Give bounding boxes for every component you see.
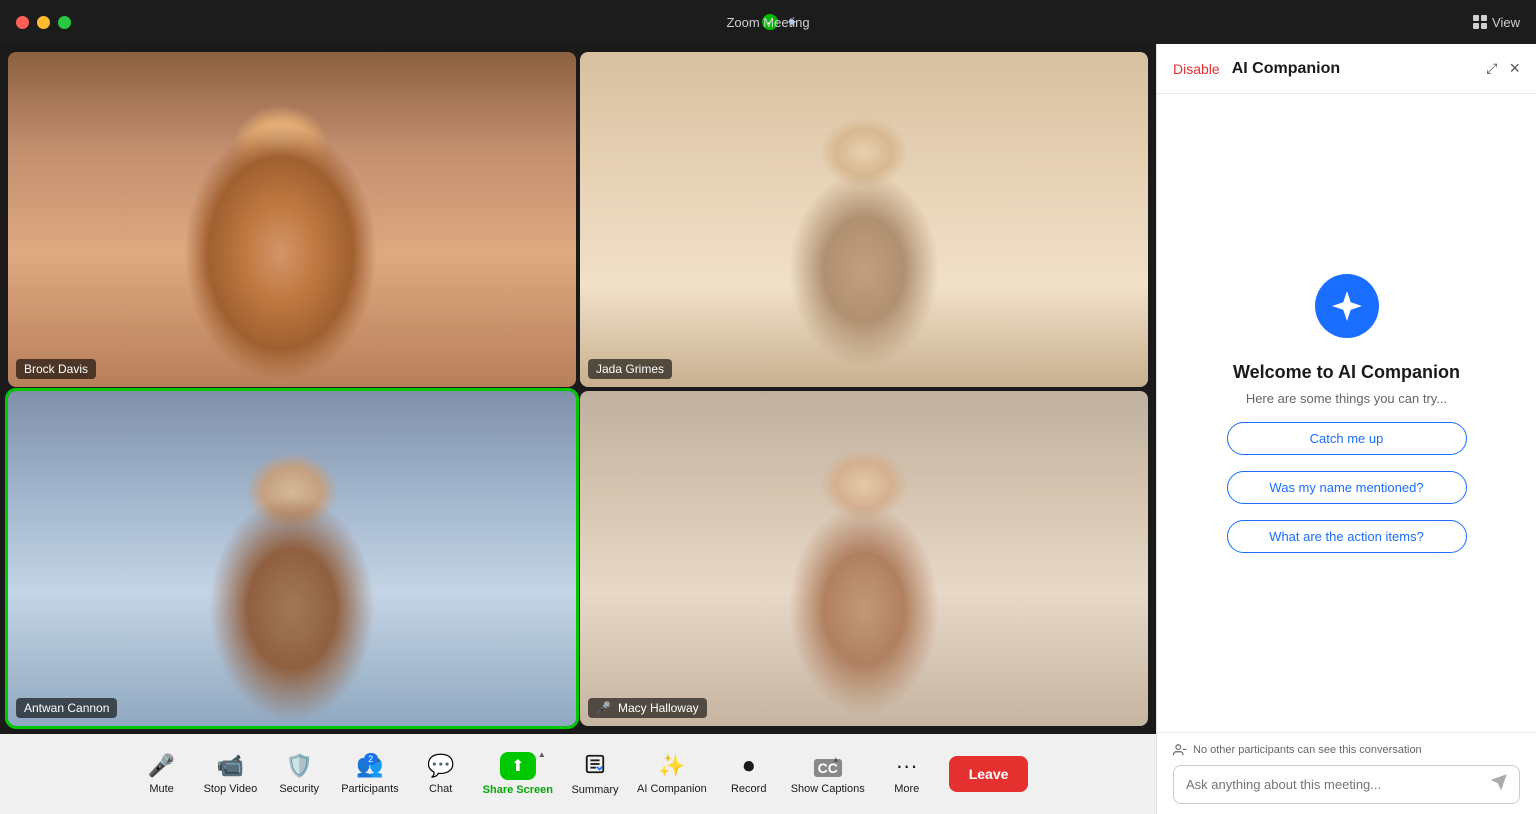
toolbar: ▲ 🎤 Mute ▲ 📹 Stop Video 🛡️ Security ▲: [0, 734, 1156, 814]
stop-video-icon: ▲ 📹: [217, 753, 244, 779]
mute-chevron: ▲: [165, 755, 173, 764]
video-grid: Brock Davis Jada Grimes Antwan Cannon: [0, 44, 1156, 734]
ai-companion-panel: Disable AI Companion ⤢ × Welcome to AI C…: [1156, 44, 1536, 814]
minimize-button[interactable]: [37, 16, 50, 29]
toolbar-show-captions[interactable]: ▲ CC Show Captions: [783, 742, 873, 806]
security-label: Security: [279, 783, 319, 795]
ai-logo-icon: [1315, 274, 1379, 338]
suggestion-catch-me-up[interactable]: Catch me up: [1227, 422, 1467, 455]
participants-label: Participants: [341, 783, 398, 795]
privacy-note: No other participants can see this conve…: [1173, 743, 1520, 757]
send-icon[interactable]: [1491, 774, 1507, 795]
participant-video-3: [8, 391, 576, 726]
toolbar-security[interactable]: 🛡️ Security: [265, 742, 333, 806]
participant-name-3: Antwan Cannon: [16, 698, 117, 718]
summary-label: Summary: [571, 784, 618, 796]
ai-welcome-title: Welcome to AI Companion: [1233, 362, 1460, 383]
ai-panel-header-left: Disable AI Companion: [1173, 60, 1340, 78]
summary-icon: [584, 753, 606, 780]
window-title: Zoom Meeting: [726, 15, 809, 30]
participant-video-1: [8, 52, 576, 387]
video-cell-macy-halloway[interactable]: 🎤 Macy Halloway: [580, 391, 1148, 726]
record-label: Record: [731, 783, 766, 795]
more-icon: ···: [896, 753, 918, 779]
leave-button[interactable]: Leave: [949, 756, 1029, 792]
ai-panel-header-right: ⤢ ×: [1486, 58, 1520, 79]
toolbar-more[interactable]: ··· More: [873, 742, 941, 806]
popout-icon[interactable]: ⤢: [1486, 60, 1497, 77]
participants-icon: ▲ 👥 2: [356, 753, 383, 779]
ai-welcome-subtitle: Here are some things you can try...: [1246, 391, 1447, 406]
disable-button[interactable]: Disable: [1173, 61, 1220, 77]
maximize-button[interactable]: [58, 16, 71, 29]
mute-label: Mute: [149, 783, 173, 795]
share-chevron: ▲: [538, 750, 546, 759]
participant-name-2: Jada Grimes: [588, 359, 672, 379]
stop-video-chevron: ▲: [234, 755, 242, 764]
toolbar-stop-video[interactable]: ▲ 📹 Stop Video: [196, 742, 266, 806]
titlebar: ✦ Zoom Meeting View: [0, 0, 1536, 44]
ai-companion-label: AI Companion: [637, 783, 707, 795]
captions-chevron: ▲: [832, 755, 840, 764]
captions-icon: ▲ CC: [814, 753, 842, 779]
view-label: View: [1492, 15, 1520, 30]
toolbar-share-screen[interactable]: ▲ ⬆ Share Screen: [475, 742, 561, 806]
mute-icon: ▲ 🎤: [148, 753, 175, 779]
ai-input-field[interactable]: [1186, 777, 1483, 792]
grid-view-icon: [1473, 15, 1487, 29]
participant-video-4: [580, 391, 1148, 726]
close-button[interactable]: [16, 16, 29, 29]
suggestion-name-mentioned[interactable]: Was my name mentioned?: [1227, 471, 1467, 504]
ai-panel-footer: No other participants can see this conve…: [1157, 732, 1536, 814]
close-panel-icon[interactable]: ×: [1509, 58, 1520, 79]
video-cell-brock-davis[interactable]: Brock Davis: [8, 52, 576, 387]
ai-input-area[interactable]: [1173, 765, 1520, 804]
suggestion-action-items[interactable]: What are the action items?: [1227, 520, 1467, 553]
chat-icon: 💬: [427, 753, 454, 779]
window-controls: [16, 16, 71, 29]
toolbar-participants[interactable]: ▲ 👥 2 Participants: [333, 742, 406, 806]
ai-panel-title: AI Companion: [1232, 60, 1340, 78]
share-screen-label: Share Screen: [483, 784, 553, 796]
video-cell-antwan-cannon[interactable]: Antwan Cannon: [8, 391, 576, 726]
toolbar-ai-companion[interactable]: ✨ AI Companion: [629, 742, 715, 806]
video-cell-jada-grimes[interactable]: Jada Grimes: [580, 52, 1148, 387]
privacy-icon: [1173, 743, 1187, 757]
participant-name-1: Brock Davis: [16, 359, 96, 379]
share-screen-icon: ▲ ⬆: [500, 752, 536, 780]
chat-label: Chat: [429, 783, 452, 795]
toolbar-summary[interactable]: Summary: [561, 742, 629, 806]
muted-mic-icon: 🎤: [596, 701, 611, 715]
record-icon: ⏺: [743, 753, 754, 779]
security-icon: 🛡️: [285, 753, 312, 779]
toolbar-chat[interactable]: 💬 Chat: [407, 742, 475, 806]
more-label: More: [894, 783, 919, 795]
ai-companion-icon: ✨: [658, 753, 685, 779]
view-button[interactable]: View: [1473, 15, 1520, 30]
toolbar-mute[interactable]: ▲ 🎤 Mute: [128, 742, 196, 806]
ai-panel-header: Disable AI Companion ⤢ ×: [1157, 44, 1536, 94]
participant-video-2: [580, 52, 1148, 387]
privacy-text: No other participants can see this conve…: [1193, 744, 1422, 756]
video-area: Brock Davis Jada Grimes Antwan Cannon: [0, 44, 1156, 814]
stop-video-label: Stop Video: [204, 783, 258, 795]
ai-panel-content: Welcome to AI Companion Here are some th…: [1157, 94, 1536, 732]
toolbar-record[interactable]: ⏺ Record: [715, 742, 783, 806]
captions-label: Show Captions: [791, 783, 865, 795]
participant-name-4: 🎤 Macy Halloway: [588, 698, 707, 718]
main-layout: Brock Davis Jada Grimes Antwan Cannon: [0, 44, 1536, 814]
participants-badge: 2: [364, 753, 378, 765]
